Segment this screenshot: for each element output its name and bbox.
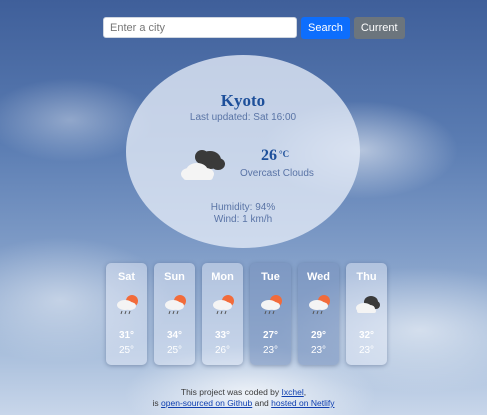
temperature-value: 26 [261, 147, 277, 164]
search-button[interactable]: Search [301, 17, 350, 39]
footer-text: , [303, 387, 307, 397]
forecast-min-temp: 26° [214, 345, 231, 356]
forecast-day-name: Wed [306, 271, 331, 283]
footer: This project was coded by Ixchel, is ope… [0, 387, 487, 409]
sun-rain-icon [213, 295, 234, 315]
footer-line-2: is open-sourced on Github and hosted on … [0, 398, 487, 409]
sun-rain-icon [165, 295, 186, 315]
forecast-day-name: Sun [164, 271, 185, 283]
search-bar: Search Current [103, 17, 405, 39]
forecast-max-temp: 34° [166, 330, 183, 341]
forecast-day-name: Sat [117, 271, 136, 283]
forecast-day: Wed 29° 23° [298, 263, 339, 365]
temperature-unit[interactable]: °C [279, 149, 289, 159]
forecast-min-temp: 23° [262, 345, 279, 356]
sun-rain-icon [117, 295, 138, 315]
overcast-clouds-icon [181, 150, 225, 180]
footer-text: This project was coded by [180, 387, 282, 397]
forecast-day-name: Thu [356, 271, 377, 283]
last-updated: Last updated: Sat 16:00 [189, 112, 297, 123]
wind: Wind: 1 km/h [213, 214, 273, 225]
current-weather-card: Kyoto Last updated: Sat 16:00 26 °C Overc… [126, 55, 360, 248]
sun-rain-icon [309, 295, 330, 315]
overcast-clouds-icon [356, 296, 380, 313]
forecast-max-temp: 29° [310, 330, 327, 341]
temperature: 26 °C [261, 147, 289, 165]
forecast-min-temp: 23° [310, 345, 327, 356]
footer-text: is [152, 398, 162, 408]
weather-description: Overcast Clouds [240, 168, 314, 179]
forecast-max-temp: 31° [118, 330, 135, 341]
forecast-day-name: Mon [211, 271, 234, 283]
forecast-day: Sun 34° 25° [154, 263, 195, 365]
forecast-day-name: Tue [261, 271, 280, 283]
forecast-day: Sat 31° 25° [106, 263, 147, 365]
forecast-day: Tue 27° 23° [250, 263, 291, 365]
forecast-min-temp: 23° [358, 345, 375, 356]
forecast: Sat 31° 25° Sun 34° 25° Mon 33° 26° Tue … [106, 263, 387, 365]
city-name: Kyoto [220, 91, 266, 110]
forecast-max-temp: 32° [358, 330, 375, 341]
footer-line-1: This project was coded by Ixchel, [0, 387, 487, 398]
forecast-day: Thu 32° 23° [346, 263, 387, 365]
forecast-day: Mon 33° 26° [202, 263, 243, 365]
forecast-min-temp: 25° [166, 345, 183, 356]
netlify-link[interactable]: hosted on Netlify [271, 398, 334, 408]
forecast-max-temp: 27° [262, 330, 279, 341]
sun-rain-icon [261, 295, 282, 315]
forecast-min-temp: 25° [118, 345, 135, 356]
author-link[interactable]: Ixchel [282, 387, 304, 397]
humidity: Humidity: 94% [210, 202, 276, 213]
city-search-input[interactable] [103, 17, 297, 38]
github-link[interactable]: open-sourced on Github [161, 398, 252, 408]
footer-text: and [252, 398, 272, 408]
forecast-max-temp: 33° [214, 330, 231, 341]
current-location-button[interactable]: Current [353, 17, 405, 39]
